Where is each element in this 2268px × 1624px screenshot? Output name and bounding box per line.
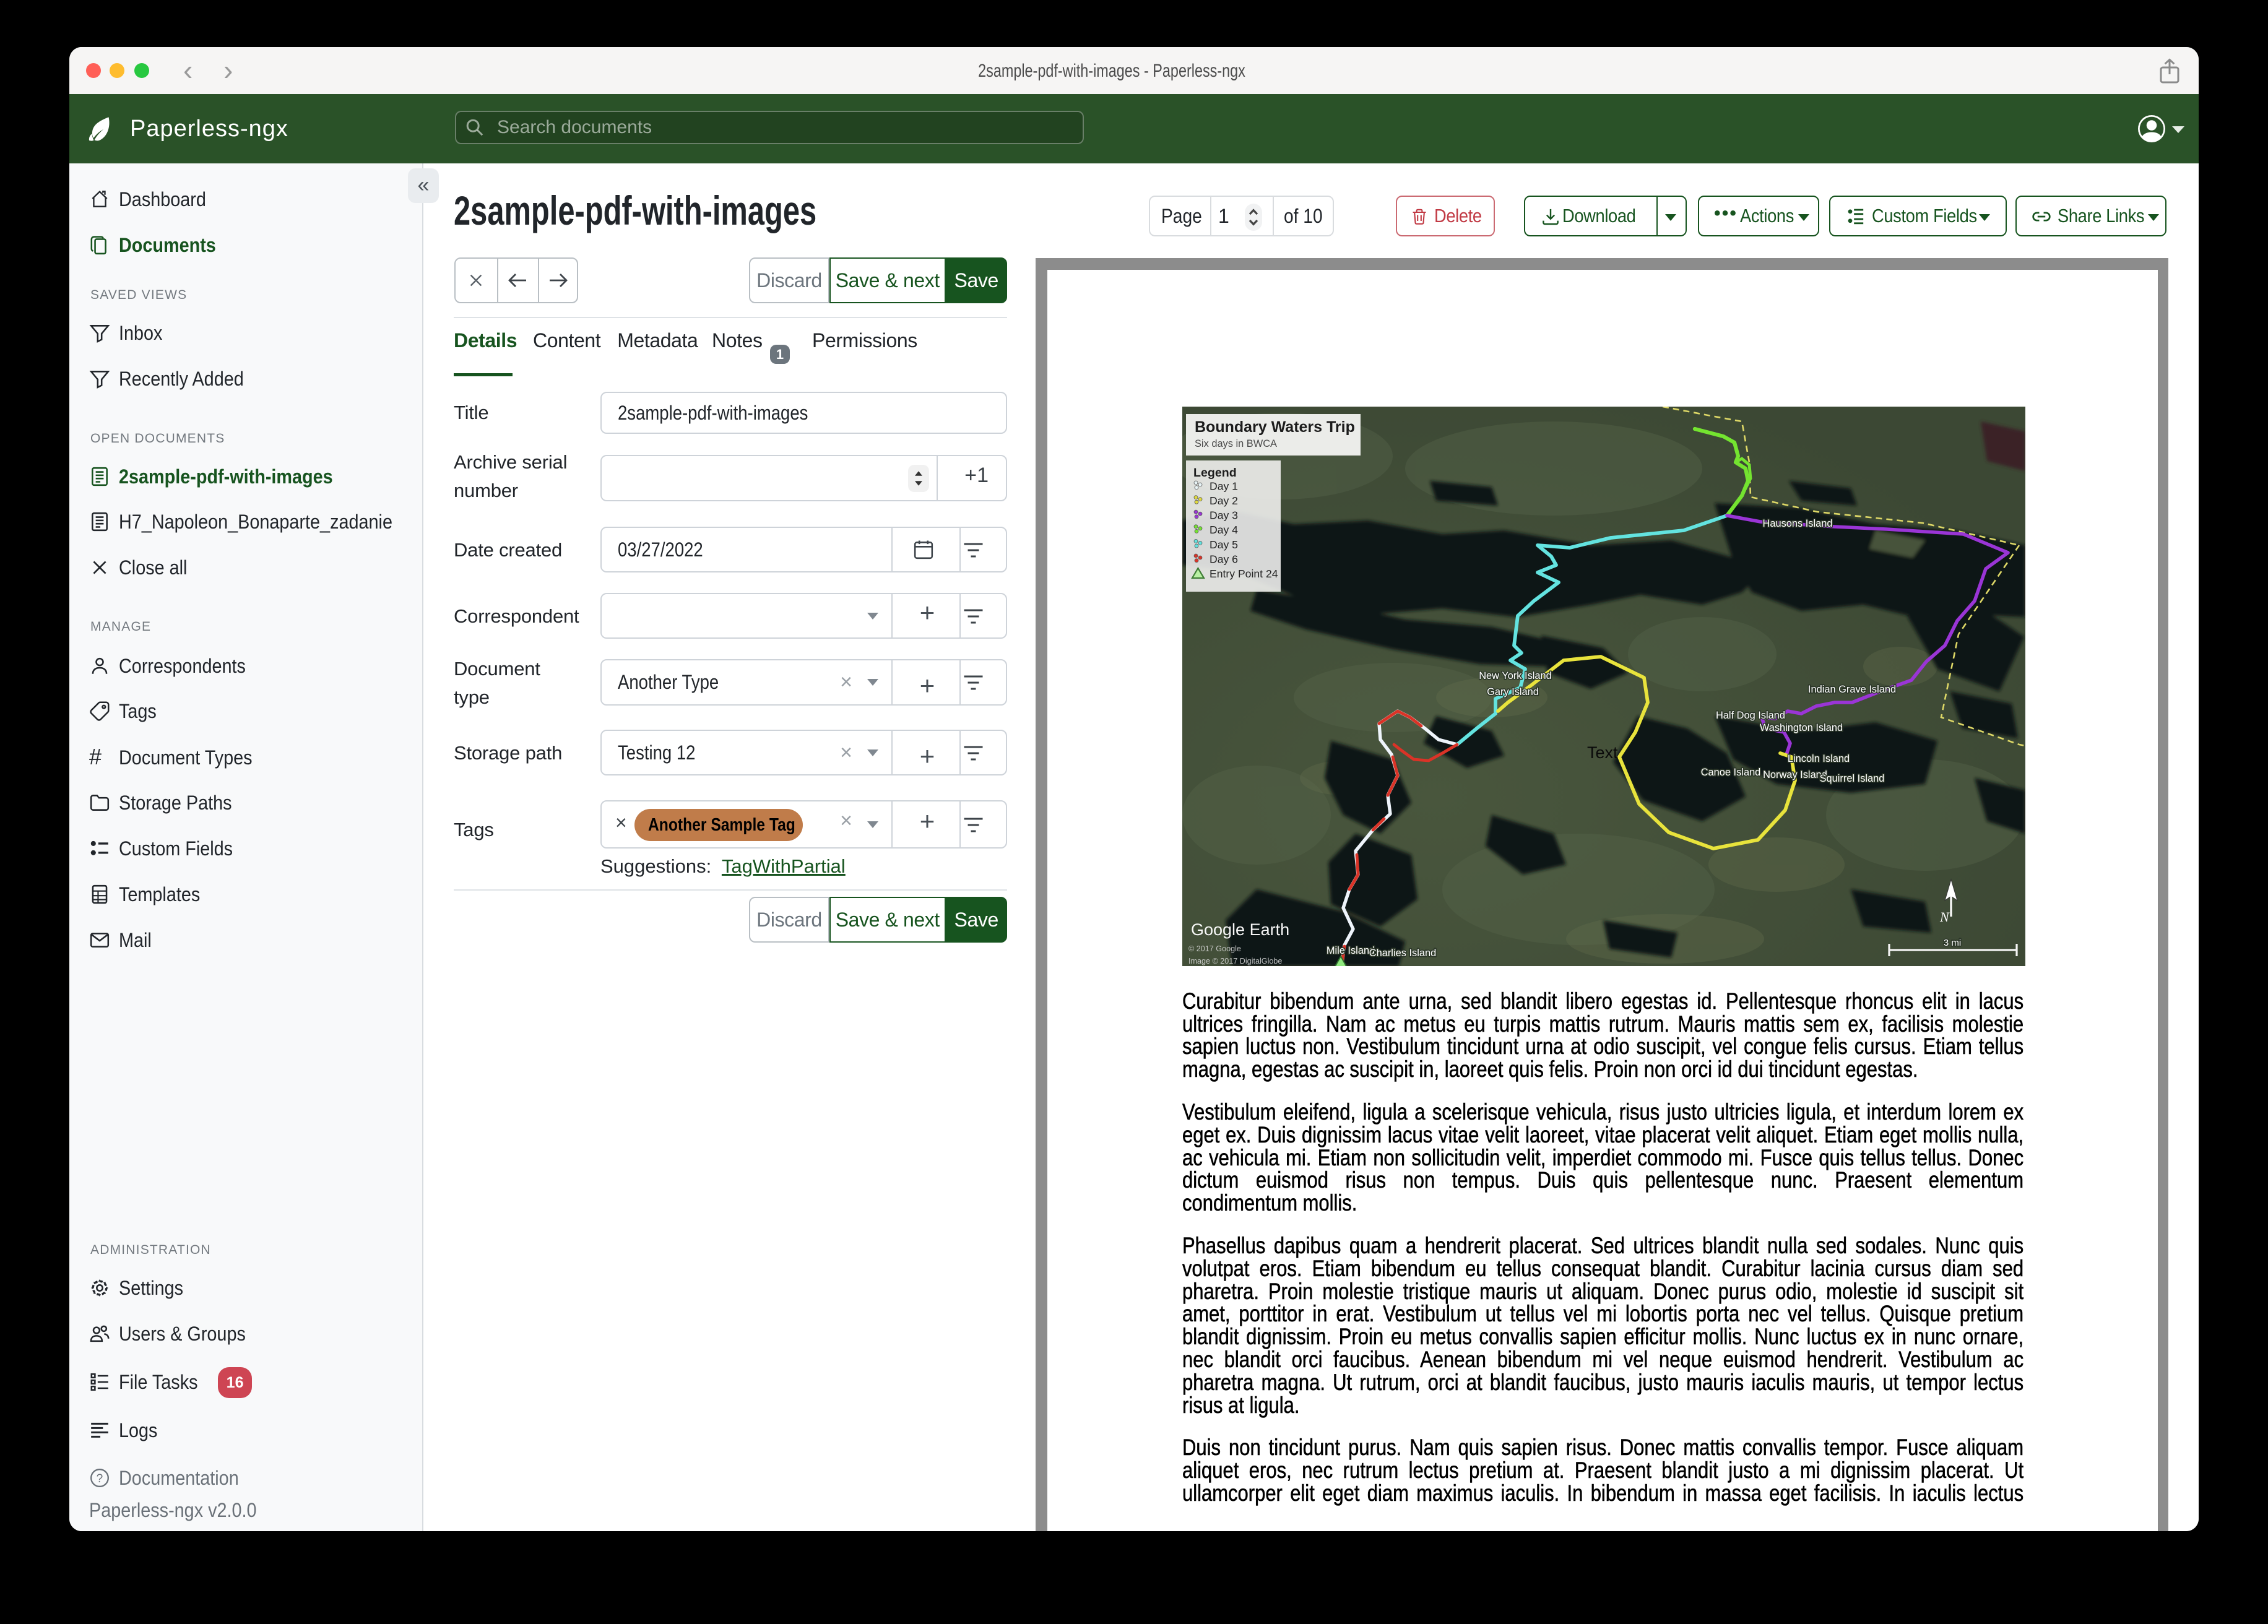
svg-text:Day 1: Day 1 bbox=[1210, 480, 1238, 492]
svg-text:Day 4: Day 4 bbox=[1210, 524, 1238, 536]
svg-text:New York Island: New York Island bbox=[1479, 670, 1552, 681]
svg-text:N: N bbox=[1939, 909, 1950, 925]
svg-text:Boundary Waters Trip: Boundary Waters Trip bbox=[1195, 418, 1355, 436]
svg-text:Google Earth: Google Earth bbox=[1191, 920, 1289, 939]
svg-text:Text: Text bbox=[1587, 743, 1618, 762]
svg-text:Day 5: Day 5 bbox=[1210, 538, 1238, 551]
svg-text:?: ? bbox=[97, 1472, 103, 1485]
svg-text:Canoe Island: Canoe Island bbox=[1701, 767, 1761, 778]
svg-text:Washington Island: Washington Island bbox=[1760, 722, 1843, 733]
svg-text:Squirrel Island: Squirrel Island bbox=[1820, 773, 1885, 784]
svg-text:Lincoln Island: Lincoln Island bbox=[1788, 753, 1850, 764]
svg-text:Day 2: Day 2 bbox=[1210, 495, 1238, 507]
svg-text:Mile Island: Mile Island bbox=[1327, 945, 1375, 956]
svg-text:3 mi: 3 mi bbox=[1944, 938, 1961, 948]
svg-text:Image © 2017 DigitalGlobe: Image © 2017 DigitalGlobe bbox=[1188, 957, 1282, 965]
svg-text:Indian Grave Island: Indian Grave Island bbox=[1808, 684, 1896, 695]
svg-text:Norway Island: Norway Island bbox=[1763, 769, 1827, 780]
svg-text:Gary Island: Gary Island bbox=[1487, 686, 1539, 698]
svg-text:Entry Point 24: Entry Point 24 bbox=[1210, 568, 1278, 580]
svg-text:Charlies Island: Charlies Island bbox=[1369, 948, 1436, 959]
svg-text:Six days in BWCA: Six days in BWCA bbox=[1195, 438, 1277, 449]
svg-text:Hausons Island: Hausons Island bbox=[1763, 518, 1833, 529]
svg-text:Half Dog Island: Half Dog Island bbox=[1716, 710, 1785, 721]
svg-text:Day 6: Day 6 bbox=[1210, 553, 1238, 565]
svg-text:Legend: Legend bbox=[1193, 466, 1237, 480]
svg-text:Day 3: Day 3 bbox=[1210, 509, 1238, 522]
svg-text:© 2017 Google: © 2017 Google bbox=[1188, 944, 1241, 953]
